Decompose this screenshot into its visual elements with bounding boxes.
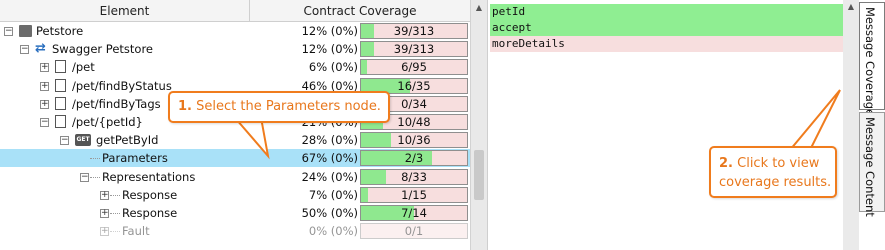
tree-expander-minus-icon[interactable]: − [40, 118, 49, 127]
message-field-line[interactable]: accept [490, 20, 843, 36]
callout-two-line1: Click to view [737, 156, 820, 171]
coverage-count: 39/313 [393, 42, 435, 57]
coverage-percent: 0% (0%) [308, 224, 358, 239]
callout-one-text: Select the Parameters node. [196, 99, 381, 114]
coverage-count: 1/15 [401, 187, 427, 202]
scroll-up-arrow-icon[interactable]: ▲ [843, 2, 859, 11]
resource-icon [55, 96, 66, 110]
coverage-bar: 7/14 [360, 205, 468, 221]
tab-message-content-label: Message Content [863, 117, 877, 217]
callout-select-parameters: 1. Select the Parameters node. [168, 91, 390, 123]
tree-row-label: Swagger Petstore [52, 42, 154, 57]
resource-icon [55, 78, 66, 92]
callout-view-coverage: 2. Click to view coverage results. [709, 146, 837, 198]
coverage-percent: 6% (0%) [308, 60, 358, 75]
tree-vertical-scrollbar[interactable]: ▲ [470, 0, 487, 250]
tree-connector [90, 176, 100, 178]
tree-connector [90, 158, 100, 160]
tree-connector [110, 213, 120, 214]
tree-row[interactable]: + /pet 6% (0%) 6/95 [0, 58, 470, 76]
tree-expander-plus-icon[interactable]: + [40, 81, 49, 91]
tree-row-label: /pet/findByStatus [72, 78, 172, 93]
tree-cell-element: − ⇄ Swagger Petstore [0, 40, 250, 58]
coverage-bar: 1/15 [360, 186, 468, 203]
coverage-count: 10/36 [397, 133, 431, 148]
tree-cell-element: + Fault [0, 222, 250, 240]
tree-expander-minus-icon[interactable]: − [60, 136, 69, 146]
folder-icon [19, 25, 32, 37]
tree-connector [110, 194, 120, 196]
tree-expander-plus-icon[interactable]: + [40, 99, 49, 109]
coverage-bar: 39/313 [360, 23, 468, 39]
callout-two-number: 2. [719, 156, 733, 171]
tree-row-label: Representations [102, 169, 196, 184]
coverage-count: 39/313 [393, 24, 435, 38]
tree-expander-plus-icon[interactable]: + [100, 209, 109, 218]
tree-cell-element: − Representations [0, 168, 250, 186]
coverage-bar: 8/33 [360, 168, 468, 185]
tree-connector [110, 231, 120, 233]
tree-expander-minus-icon[interactable]: − [20, 45, 29, 55]
tree-cell-element: − Petstore [0, 22, 250, 40]
tree-row-label: Fault [122, 224, 150, 239]
coverage-percent: 12% (0%) [301, 24, 358, 38]
tree-cell-element: Parameters [0, 149, 250, 167]
callout-two-line2: coverage results. [719, 175, 832, 190]
coverage-count: 8/33 [401, 169, 427, 184]
tree-row[interactable]: − ⇄ Swagger Petstore 12% (0%) 39/313 [0, 40, 470, 58]
resource-icon [55, 60, 66, 74]
tree-row[interactable]: + Fault 0% (0%) 0/1 [0, 222, 470, 240]
coverage-bar: 39/313 [360, 41, 468, 58]
tree-cell-element: + /pet [0, 58, 250, 76]
coverage-bar: 10/36 [360, 132, 468, 149]
coverage-count: 2/3 [404, 151, 424, 166]
callout-two-pointer [787, 89, 841, 151]
coverage-bar: 0/1 [360, 223, 468, 240]
tree-row[interactable]: − Representations 24% (0%) 8/33 [0, 168, 470, 186]
tree-row-label: /pet/{petId} [72, 115, 143, 129]
resource-icon [55, 115, 66, 128]
tab-message-coverage-label: Message Coverage [863, 7, 877, 117]
swap-arrows-icon: ⇄ [35, 41, 46, 57]
tree-row[interactable]: + Response 50% (0%) 7/14 [0, 204, 470, 222]
coverage-count: 0/1 [404, 224, 424, 239]
coverage-percent: 24% (0%) [301, 169, 358, 184]
coverage-bar: 2/3 [360, 150, 468, 167]
tree-expander-plus-icon[interactable]: + [100, 227, 109, 237]
tree-expander-plus-icon[interactable]: + [40, 63, 49, 73]
message-field-line[interactable]: petId [490, 4, 843, 20]
element-column-header[interactable]: Element [0, 0, 250, 22]
coverage-percent: 12% (0%) [301, 42, 358, 57]
tab-message-content[interactable]: Message Content [859, 112, 885, 217]
tree-cell-element: − GET getPetById [0, 131, 250, 149]
coverage-percent: 50% (0%) [301, 206, 358, 220]
tree-expander-plus-icon[interactable]: + [100, 190, 109, 200]
tree-row-label: Parameters [102, 151, 168, 166]
scrollbar-thumb[interactable] [474, 150, 484, 200]
tree-cell-element: + Response [0, 204, 250, 222]
message-field-line[interactable]: moreDetails [490, 36, 843, 52]
tab-message-coverage[interactable]: Message Coverage [859, 2, 885, 116]
tree-row-label: getPetById [96, 133, 159, 148]
coverage-count: 7/14 [401, 206, 427, 220]
contract-coverage-column-header[interactable]: Contract Coverage [250, 0, 470, 22]
scroll-up-arrow-icon[interactable]: ▲ [471, 0, 487, 16]
coverage-percent: 7% (0%) [308, 187, 358, 202]
tree-expander-minus-icon[interactable]: − [4, 27, 13, 36]
tree-row-label: /pet [72, 60, 95, 75]
coverage-bar: 6/95 [360, 59, 468, 76]
tree-row-label: /pet/findByTags [72, 96, 161, 111]
coverage-count: 6/95 [401, 60, 427, 75]
tree-row[interactable]: + Response 7% (0%) 1/15 [0, 186, 470, 204]
tree-row-label: Response [122, 206, 178, 220]
callout-one-number: 1. [178, 99, 192, 114]
tree-cell-element: + Response [0, 186, 250, 204]
tree-row-label: Petstore [36, 24, 84, 38]
get-method-icon: GET [75, 134, 91, 147]
tree-expander-minus-icon[interactable]: − [80, 172, 89, 182]
tree-row-label: Response [122, 187, 178, 202]
tree-row[interactable]: − Petstore 12% (0%) 39/313 [0, 22, 470, 40]
